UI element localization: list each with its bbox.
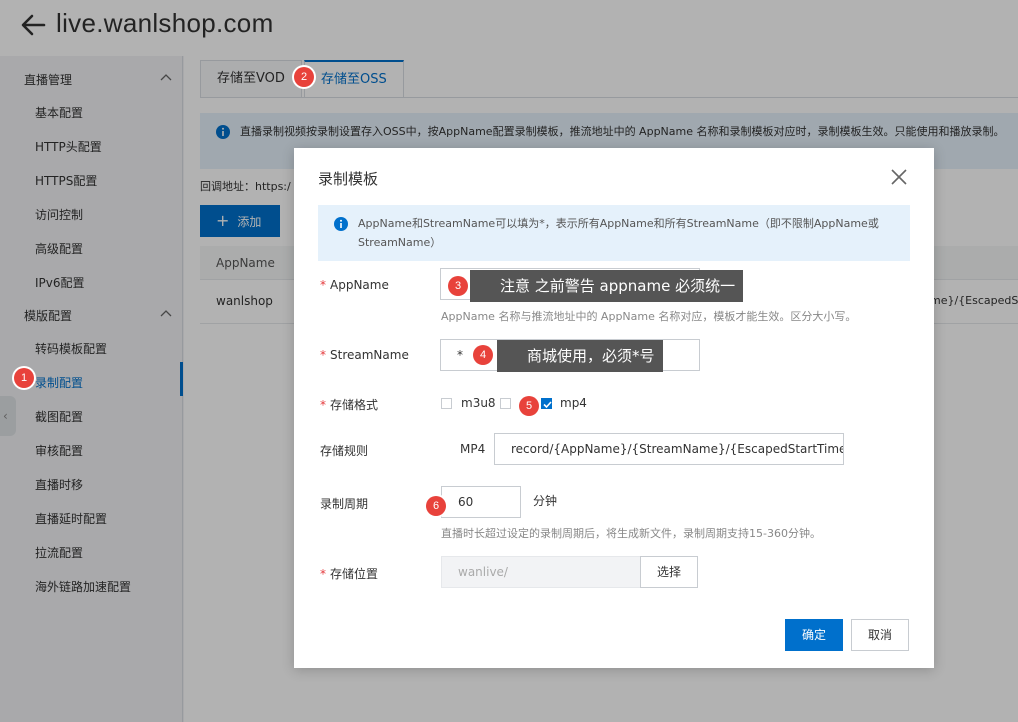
location-label: * 存储位置	[320, 567, 379, 581]
format-label: * 存储格式	[320, 398, 379, 412]
rule-label: 存储规则	[320, 444, 369, 458]
dialog-title: 录制模板	[318, 170, 379, 188]
streamname-label: * StreamName	[320, 348, 409, 362]
annotation-badge-3: 3	[448, 276, 468, 296]
annotation-badge-1: 1	[14, 368, 34, 388]
confirm-button[interactable]: 确定	[785, 619, 843, 651]
recording-template-dialog: 录制模板 AppName和StreamName可以填为*，表示所有AppName…	[294, 148, 934, 668]
dialog-info-banner: AppName和StreamName可以填为*，表示所有AppName和所有St…	[318, 205, 910, 261]
dialog-info-text: AppName和StreamName可以填为*，表示所有AppName和所有St…	[358, 217, 879, 249]
unlabeled-checkbox[interactable]	[500, 398, 511, 409]
period-hint: 直播时长超过设定的录制周期后，将生成新文件，录制周期支持15-360分钟。	[441, 527, 821, 540]
close-icon[interactable]	[890, 168, 908, 186]
annotation-streamname-callout: 商城使用，必须*号	[497, 340, 663, 372]
info-icon	[334, 217, 348, 234]
mp4-label: mp4	[560, 396, 587, 410]
annotation-appname-callout: 注意 之前警告 appname 必须统一	[470, 270, 744, 302]
annotation-badge-5: 5	[519, 396, 539, 416]
m3u8-label: m3u8	[461, 396, 496, 410]
select-location-button[interactable]: 选择	[640, 556, 698, 588]
m3u8-checkbox[interactable]	[441, 398, 452, 409]
appname-hint: AppName 名称与推流地址中的 AppName 名称对应，模板才能生效。区分…	[441, 310, 857, 323]
rule-input[interactable]: record/{AppName}/{StreamName}/{EscapedSt…	[494, 433, 844, 465]
appname-label: * AppName	[320, 278, 389, 292]
period-input[interactable]: 60	[441, 486, 521, 518]
annotation-badge-6: 6	[426, 496, 446, 516]
annotation-badge-4: 4	[473, 345, 493, 365]
rule-prefix: MP4	[460, 442, 486, 456]
period-label: 录制周期	[320, 497, 369, 511]
period-unit: 分钟	[533, 494, 558, 508]
annotation-badge-2: 2	[294, 67, 314, 87]
cancel-button[interactable]: 取消	[851, 619, 909, 651]
mp4-checkbox[interactable]	[541, 398, 552, 409]
location-input: wanlive/	[441, 556, 641, 588]
